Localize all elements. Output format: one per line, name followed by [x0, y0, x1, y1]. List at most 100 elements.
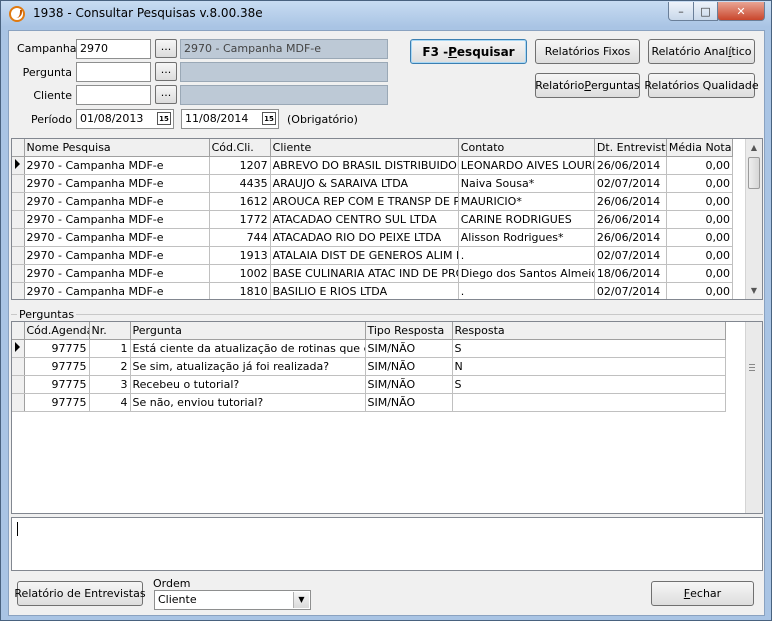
periodo-start-date-field[interactable]: 01/08/2013 15	[76, 109, 174, 129]
maximize-button[interactable]: □	[693, 2, 718, 21]
table-cell[interactable]: LEONARDO AIVES LOUREÇO	[458, 156, 595, 175]
table-row[interactable]: 97775 1 Está ciente da atualização de roti…	[12, 339, 726, 358]
table-cell[interactable]: 0,00	[666, 174, 734, 193]
table-cell[interactable]: ATALAIA DIST DE GENEROS ALIM LTDA	[270, 246, 459, 265]
table-cell[interactable]: 0,00	[666, 156, 734, 175]
table-cell[interactable]: 744	[209, 228, 271, 247]
table-row[interactable]: 97775 2 Se sim, atualização já foi realiza…	[12, 357, 726, 376]
table-row[interactable]: 2970 - Campanha MDF-e 1207 ABREVO DO BRASI…	[12, 156, 734, 175]
table-row[interactable]: 2970 - Campanha MDF-e 1913 ATALAIA DIST DE…	[12, 246, 734, 265]
questions-scrollbar[interactable]	[745, 322, 762, 513]
table-row[interactable]: 97775 4 Se não, enviou tutorial? SIM/NÃO	[12, 393, 726, 412]
table-row[interactable]: 2970 - Campanha MDF-e 1772 ATACADAO CENTRO…	[12, 210, 734, 229]
relatorio-perguntas-button[interactable]: Relatório Perguntas	[535, 73, 640, 98]
cliente-lookup-button[interactable]: ...	[155, 85, 177, 104]
table-cell[interactable]: ABREVO DO BRASIL DISTRIBUIDORA	[270, 156, 459, 175]
table-cell[interactable]: .	[458, 282, 595, 299]
table-cell[interactable]: 2970 - Campanha MDF-e	[24, 156, 210, 175]
pergunta-code-field[interactable]	[76, 62, 151, 82]
table-cell[interactable]: 0,00	[666, 264, 734, 283]
table-cell[interactable]: 2970 - Campanha MDF-e	[24, 264, 210, 283]
table-cell[interactable]: Está ciente da atualização de rotinas qu…	[130, 339, 366, 358]
table-cell[interactable]: 1207	[209, 156, 271, 175]
table-cell[interactable]: AROUCA REP COM E TRANSP DE PROD	[270, 192, 459, 211]
table-cell[interactable]: 02/07/2014	[594, 174, 667, 193]
table-cell[interactable]: 26/06/2014	[594, 228, 667, 247]
table-cell[interactable]: 4435	[209, 174, 271, 193]
table-row[interactable]: 97775 3 Recebeu o tutorial? SIM/NÃO S	[12, 375, 726, 394]
table-cell[interactable]: Diego dos Santos Almeida*	[458, 264, 595, 283]
table-cell[interactable]: S	[452, 375, 726, 394]
table-cell[interactable]: 4	[89, 393, 131, 412]
table-cell[interactable]: 1	[89, 339, 131, 358]
column-header[interactable]: Cliente	[270, 139, 459, 157]
table-cell[interactable]: Alisson Rodrigues*	[458, 228, 595, 247]
table-cell[interactable]	[452, 393, 726, 412]
table-cell[interactable]: 02/07/2014	[594, 246, 667, 265]
table-cell[interactable]: BASILIO E RIOS LTDA	[270, 282, 459, 299]
table-row[interactable]: 2970 - Campanha MDF-e 4435 ARAUJO & SARAIV…	[12, 174, 734, 193]
table-cell[interactable]: 2970 - Campanha MDF-e	[24, 228, 210, 247]
column-header[interactable]: Nr.	[89, 322, 131, 340]
table-cell[interactable]: 02/07/2014	[594, 282, 667, 299]
table-cell[interactable]: ATACADAO CENTRO SUL LTDA	[270, 210, 459, 229]
table-cell[interactable]: ATACADAO RIO DO PEIXE LTDA	[270, 228, 459, 247]
pesquisar-button[interactable]: F3 - Pesquisar	[410, 39, 527, 64]
table-cell[interactable]: 1002	[209, 264, 271, 283]
table-cell[interactable]: MAURICIO*	[458, 192, 595, 211]
table-cell[interactable]: 2970 - Campanha MDF-e	[24, 192, 210, 211]
column-header[interactable]: Dt. Entrevista	[594, 139, 667, 157]
calendar-icon[interactable]: 15	[262, 112, 276, 125]
table-cell[interactable]: 26/06/2014	[594, 210, 667, 229]
table-cell[interactable]: 1612	[209, 192, 271, 211]
surveys-scrollbar[interactable]: ▲ ▼	[745, 139, 762, 299]
column-header[interactable]: Tipo Resposta	[365, 322, 453, 340]
table-cell[interactable]: 97775	[24, 393, 90, 412]
fechar-button[interactable]: Fechar	[651, 581, 754, 606]
table-cell[interactable]: 0,00	[666, 192, 734, 211]
scroll-thumb[interactable]	[748, 157, 760, 189]
table-cell[interactable]: Se sim, atualização já foi realizada?	[130, 357, 366, 376]
table-cell[interactable]: 1810	[209, 282, 271, 299]
table-cell[interactable]: .	[458, 246, 595, 265]
answer-detail-memo[interactable]	[11, 517, 763, 571]
table-cell[interactable]: 0,00	[666, 228, 734, 247]
table-cell[interactable]: 1772	[209, 210, 271, 229]
table-cell[interactable]: 2970 - Campanha MDF-e	[24, 282, 210, 299]
table-cell[interactable]: 0,00	[666, 282, 734, 299]
table-cell[interactable]: CARINE RODRIGUES	[458, 210, 595, 229]
table-cell[interactable]: SIM/NÃO	[365, 357, 453, 376]
table-row[interactable]: 2970 - Campanha MDF-e 1002 BASE CULINARIA …	[12, 264, 734, 283]
column-header[interactable]: Média Nota	[666, 139, 734, 157]
table-row[interactable]: 2970 - Campanha MDF-e 744 ATACADAO RIO DO …	[12, 228, 734, 247]
column-header[interactable]: Cód.Cli.	[209, 139, 271, 157]
table-cell[interactable]: S	[452, 339, 726, 358]
table-cell[interactable]: SIM/NÃO	[365, 375, 453, 394]
calendar-icon[interactable]: 15	[157, 112, 171, 125]
minimize-button[interactable]: –	[668, 2, 694, 21]
table-row[interactable]: 2970 - Campanha MDF-e 1810 BASILIO E RIOS …	[12, 282, 734, 299]
questions-grid[interactable]: Cód.Agenda Nr. Pergunta Tipo Resposta Re…	[11, 321, 763, 514]
table-cell[interactable]: 2970 - Campanha MDF-e	[24, 174, 210, 193]
relatorio-analitico-button[interactable]: Relatório Anal í tico	[648, 39, 755, 64]
table-cell[interactable]: SIM/NÃO	[365, 339, 453, 358]
table-cell[interactable]: Recebeu o tutorial?	[130, 375, 366, 394]
ordem-select[interactable]: Cliente ▼	[154, 590, 311, 610]
campanha-code-field[interactable]: 2970	[76, 39, 151, 59]
table-cell[interactable]: 2	[89, 357, 131, 376]
table-row[interactable]: 2970 - Campanha MDF-e 1612 AROUCA REP COM …	[12, 192, 734, 211]
chevron-down-icon[interactable]: ▼	[293, 592, 309, 608]
pergunta-lookup-button[interactable]: ...	[155, 62, 177, 81]
column-header[interactable]: Contato	[458, 139, 595, 157]
table-cell[interactable]: ARAUJO & SARAIVA LTDA	[270, 174, 459, 193]
close-window-button[interactable]: ✕	[717, 2, 765, 21]
table-cell[interactable]: Naiva Sousa*	[458, 174, 595, 193]
table-cell[interactable]: 18/06/2014	[594, 264, 667, 283]
column-header[interactable]: Nome Pesquisa	[24, 139, 210, 157]
table-cell[interactable]: 0,00	[666, 246, 734, 265]
scroll-down-arrow-icon[interactable]: ▼	[746, 282, 762, 299]
campanha-lookup-button[interactable]: ...	[155, 39, 177, 58]
table-cell[interactable]: 3	[89, 375, 131, 394]
table-cell[interactable]: 97775	[24, 375, 90, 394]
column-header[interactable]: Pergunta	[130, 322, 366, 340]
